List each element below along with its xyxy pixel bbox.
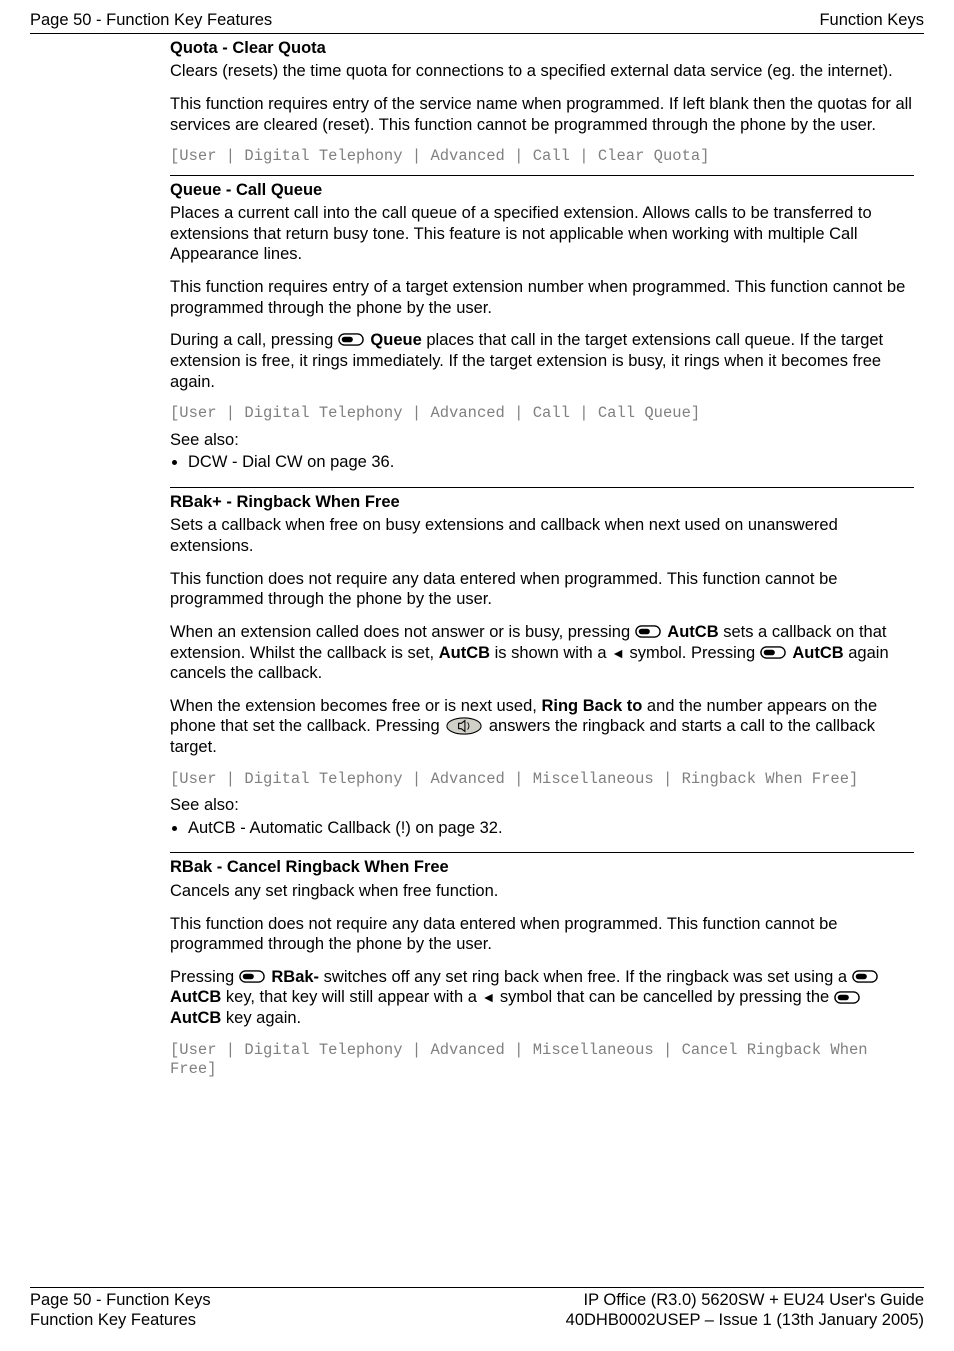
body-text: Clears (resets) the time quota for conne… [170, 61, 914, 82]
see-also-list: DCW - Dial CW on page 36. [170, 452, 914, 473]
body-text: When an extension called does not answer… [170, 622, 914, 684]
body-text: Cancels any set ringback when free funct… [170, 881, 914, 902]
section-title-quota: Quota - Clear Quota [170, 38, 914, 59]
see-also-label: See also: [170, 430, 914, 451]
button-key-icon [852, 970, 878, 983]
button-key-icon [338, 333, 364, 346]
body-text: Pressing RBak- switches off any set ring… [170, 967, 914, 1029]
body-text: During a call, pressing Queue places tha… [170, 330, 914, 392]
code-path: [User | Digital Telephony | Advanced | C… [170, 147, 914, 166]
page-footer: Page 50 - Function Keys IP Office (R3.0)… [30, 1287, 924, 1331]
button-key-icon [834, 991, 860, 1004]
divider [170, 487, 914, 488]
page-header: Page 50 - Function Key Features Function… [30, 10, 924, 34]
speaker-key-icon [446, 717, 482, 735]
main-content: Quota - Clear Quota Clears (resets) the … [170, 38, 914, 1080]
footer-right-1: IP Office (R3.0) 5620SW + EU24 User's Gu… [584, 1290, 924, 1311]
body-text: Sets a callback when free on busy extens… [170, 515, 914, 556]
see-also-label: See also: [170, 795, 914, 816]
code-path: [User | Digital Telephony | Advanced | C… [170, 404, 914, 423]
list-item: DCW - Dial CW on page 36. [188, 452, 914, 473]
header-left: Page 50 - Function Key Features [30, 10, 272, 31]
button-key-icon [760, 646, 786, 659]
footer-right-2: 40DHB0002USEP – Issue 1 (13th January 20… [566, 1310, 924, 1331]
body-text: Places a current call into the call queu… [170, 203, 914, 265]
section-title-queue: Queue - Call Queue [170, 180, 914, 201]
divider [170, 175, 914, 176]
code-path: [User | Digital Telephony | Advanced | M… [170, 770, 914, 789]
divider [170, 852, 914, 853]
left-triangle-icon: ◄ [611, 645, 625, 663]
see-also-list: AutCB - Automatic Callback (!) on page 3… [170, 818, 914, 839]
body-text: When the extension becomes free or is ne… [170, 696, 914, 758]
list-item: AutCB - Automatic Callback (!) on page 3… [188, 818, 914, 839]
body-text: This function does not require any data … [170, 914, 914, 955]
left-triangle-icon: ◄ [481, 989, 495, 1007]
button-key-icon [239, 970, 265, 983]
section-title-rbakplus: RBak+ - Ringback When Free [170, 492, 914, 513]
body-text: This function requires entry of a target… [170, 277, 914, 318]
header-right: Function Keys [819, 10, 924, 31]
divider [30, 1287, 924, 1288]
footer-left-2: Function Key Features [30, 1310, 196, 1331]
body-text: This function does not require any data … [170, 569, 914, 610]
section-title-rbak: RBak - Cancel Ringback When Free [170, 857, 914, 878]
body-text: This function requires entry of the serv… [170, 94, 914, 135]
button-key-icon [635, 625, 661, 638]
footer-left-1: Page 50 - Function Keys [30, 1290, 211, 1311]
code-path: [User | Digital Telephony | Advanced | M… [170, 1041, 914, 1080]
